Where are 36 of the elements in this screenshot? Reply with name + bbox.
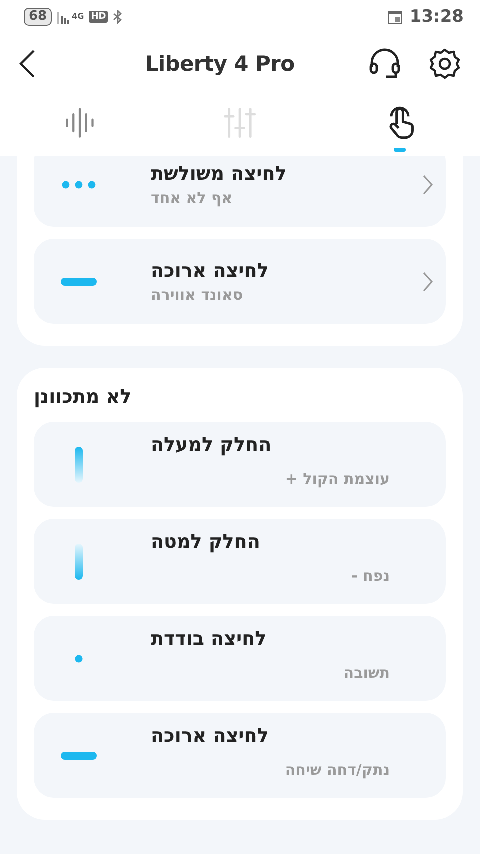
gesture-action: אף לא אחד: [151, 188, 234, 206]
gesture-action: עוצמת הקול +: [284, 470, 390, 488]
signal-icon: [57, 10, 72, 24]
gesture-title: לחיצה ארוכה: [151, 724, 270, 746]
gesture-row[interactable]: לחיצה ארוכה סאונד אווירה: [34, 239, 446, 324]
gesture-title: לחיצה משולשת: [151, 162, 288, 184]
gesture-title: החלק למעלה: [151, 434, 273, 456]
long-press-icon: [61, 278, 97, 286]
equalizer-icon: [223, 106, 257, 140]
gesture-title: לחיצה בודדת: [151, 628, 268, 650]
gesture-action: נפח -: [350, 566, 390, 584]
section-heading: לא מתכוונן: [34, 386, 133, 408]
calendar-icon: [388, 10, 402, 24]
back-icon[interactable]: [18, 49, 38, 79]
network-label: 4G: [72, 12, 84, 21]
dot-icon: [75, 654, 83, 662]
long-press-icon: [61, 752, 97, 760]
sound-wave-icon: [63, 106, 97, 140]
gesture-title: החלק למטה: [151, 530, 262, 552]
swipe-down-icon: [75, 544, 83, 580]
swipe-up-icon: [75, 446, 83, 482]
gesture-action: תשובה: [342, 664, 390, 682]
bluetooth-icon: [113, 10, 124, 24]
gesture-row[interactable]: לחיצה משולשת אף לא אחד: [34, 156, 446, 227]
battery-indicator: 68: [24, 8, 52, 26]
chevron-icon: [422, 270, 434, 292]
gesture-action: סאונד אווירה: [151, 286, 244, 304]
gesture-title: לחיצה ארוכה: [151, 260, 270, 282]
chevron-icon: [422, 174, 434, 196]
three-dots-icon: [61, 180, 97, 190]
settings-icon[interactable]: [428, 47, 462, 81]
headset-icon[interactable]: [368, 47, 402, 81]
clock-time: 13:28: [410, 7, 464, 27]
device-title: Liberty 4 Pro: [144, 52, 296, 76]
gesture-action: נתק/דחה שיחה: [284, 760, 390, 778]
hd-label: HD: [89, 11, 108, 23]
